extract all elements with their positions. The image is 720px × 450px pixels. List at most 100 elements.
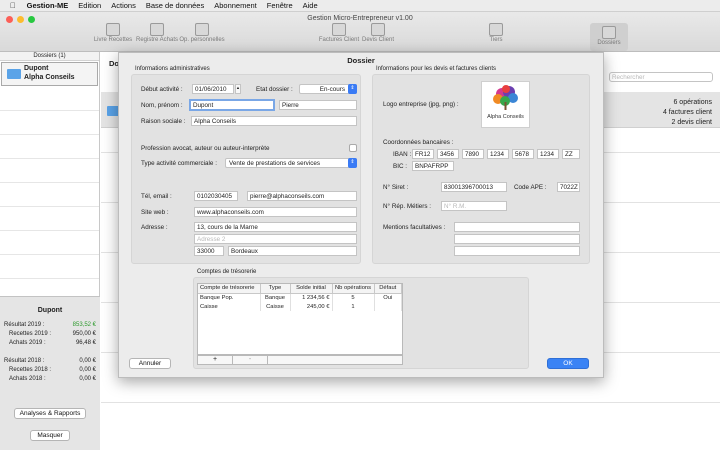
window-title: Gestion Micro-Entrepreneur v1.00	[307, 15, 413, 22]
stat-row: Résultat 2018 :0,00 €	[4, 358, 96, 364]
site-label: Site web :	[141, 209, 169, 216]
rm-field[interactable]: N° R.M.	[441, 201, 507, 211]
debut-label: Début activité :	[141, 86, 183, 93]
profession-label: Profession avocat, auteur ou auteur-inte…	[141, 145, 270, 152]
menu-bar:  Gestion-ME Edition Actions Base de don…	[0, 0, 720, 12]
masquer-button[interactable]: Masquer	[30, 430, 70, 441]
iban-field-7[interactable]: ZZ	[562, 149, 580, 159]
tel-field[interactable]: 0102030405	[194, 191, 238, 201]
mentions-field-1[interactable]	[454, 222, 580, 232]
iban-field-5[interactable]: 5678	[512, 149, 534, 159]
add-compte-button[interactable]: +	[198, 356, 233, 364]
folders-icon	[602, 26, 616, 39]
col-nb-operations[interactable]: Nb opérations	[332, 284, 375, 294]
nom-field[interactable]: Dupont	[189, 99, 275, 111]
banque-label: Coordonnées bancaires :	[383, 139, 454, 146]
stat-row: Achats 2018 :0,00 €	[9, 376, 96, 382]
window-toolbar: Gestion Micro-Entrepreneur v1.00 Livre R…	[0, 12, 720, 52]
tel-label: Tél, email :	[141, 193, 172, 200]
etat-label: Etat dossier :	[256, 86, 293, 93]
devis-heading: Informations pour les devis et factures …	[376, 66, 497, 72]
mentions-field-3[interactable]	[454, 246, 580, 256]
type-label: Type activité commerciale :	[141, 160, 217, 167]
menu-actions[interactable]: Actions	[111, 1, 136, 10]
ape-field[interactable]: 7022Z	[557, 182, 580, 192]
menu-fenetre[interactable]: Fenêtre	[267, 1, 293, 10]
search-input[interactable]: Rechercher	[609, 72, 713, 82]
ok-button[interactable]: OK	[547, 358, 589, 369]
bic-label: BIC :	[393, 163, 407, 170]
dialog-title: Dossier	[347, 56, 375, 65]
profession-checkbox[interactable]	[349, 144, 357, 152]
iban-field-1[interactable]: FR12	[412, 149, 434, 159]
dossier-name: Dupont	[24, 65, 49, 72]
date-stepper[interactable]: ▲	[235, 84, 241, 94]
col-type[interactable]: Type	[260, 284, 291, 294]
rm-label: N° Rép. Métiers :	[383, 203, 432, 210]
table-header-row: Compte de trésorerie Type Solde initial …	[198, 284, 402, 294]
dossier-dialog: Dossier Informations administratives Déb…	[118, 52, 604, 378]
inbox-icon	[371, 23, 385, 36]
menu-edition[interactable]: Edition	[78, 1, 101, 10]
calendar-icon	[195, 23, 209, 36]
type-select[interactable]: Vente de prestations de services	[225, 158, 357, 168]
siret-label: N° Siret :	[383, 184, 409, 191]
iban-field-4[interactable]: 1234	[487, 149, 509, 159]
col-compte[interactable]: Compte de trésorerie	[198, 284, 261, 294]
bic-field[interactable]: BNPAFRPP	[412, 161, 454, 171]
dossier-company: Alpha Conseils	[24, 74, 75, 81]
nom-label: Nom, prénom :	[141, 102, 183, 109]
summary-factures: 4 factures client	[662, 109, 712, 116]
comptes-table: Compte de trésorerie Type Solde initial …	[197, 283, 403, 355]
toolbar-tiers[interactable]: Tiers	[470, 23, 522, 43]
inbox-icon	[332, 23, 346, 36]
debut-field[interactable]: 01/06/2010	[192, 84, 234, 94]
logo-text: Alpha Conseils	[487, 114, 524, 120]
menu-abonnement[interactable]: Abonnement	[214, 1, 257, 10]
iban-field-6[interactable]: 1234	[537, 149, 559, 159]
menu-base[interactable]: Base de données	[146, 1, 204, 10]
logo-label: Logo entreprise (jpg, png) :	[383, 101, 459, 108]
annuler-button[interactable]: Annuler	[129, 358, 171, 369]
ville-field[interactable]: Bordeaux	[228, 246, 357, 256]
adresse-label: Adresse :	[141, 224, 168, 231]
toolbar-op-personnelles[interactable]: Op. personnelles	[176, 23, 228, 43]
admin-heading: Informations administratives	[135, 66, 210, 72]
stat-row: Recettes 2019 :950,00 €	[9, 331, 96, 337]
chevron-updown-icon[interactable]: ⇕	[348, 158, 357, 168]
comptes-heading: Comptes de trésorerie	[197, 269, 257, 275]
summary-operations: 6 opérations	[673, 99, 712, 106]
stat-row: Achats 2019 :96,48 €	[9, 340, 96, 346]
logo-image-well[interactable]: Alpha Conseils	[481, 81, 530, 128]
iban-field-2[interactable]: 3456	[437, 149, 459, 159]
adresse2-field[interactable]: Adresse 2	[194, 234, 357, 244]
table-footer: + -	[197, 355, 403, 365]
sidebar-header: Dossiers (1)	[0, 52, 99, 61]
mentions-field-2[interactable]	[454, 234, 580, 244]
remove-compte-button[interactable]: -	[233, 356, 268, 364]
menu-app[interactable]: Gestion-ME	[27, 1, 69, 10]
summary-devis: 2 devis client	[671, 119, 712, 126]
mentions-label: Mentions facultatives :	[383, 224, 446, 231]
analyses-rapports-button[interactable]: Analyses & Rapports	[14, 408, 86, 419]
siret-field[interactable]: 83001396700013	[441, 182, 507, 192]
col-defaut[interactable]: Défaut	[374, 284, 402, 294]
iban-field-3[interactable]: 7890	[462, 149, 484, 159]
apple-menu-icon[interactable]: 	[10, 1, 16, 10]
dossier-row[interactable]: Dupont Alpha Conseils	[1, 62, 98, 86]
tray-icon	[489, 23, 503, 36]
col-solde[interactable]: Solde initial	[290, 284, 333, 294]
cp-field[interactable]: 33000	[194, 246, 224, 256]
menu-aide[interactable]: Aide	[303, 1, 318, 10]
adresse1-field[interactable]: 13, cours de la Marne	[194, 222, 357, 232]
table-row[interactable]: Banque Pop. Banque 1 234,56 €5 Oui	[198, 293, 402, 302]
raison-field[interactable]: Alpha Conseils	[191, 116, 357, 126]
table-row[interactable]: Caisse Caisse 245,00 €1	[198, 302, 402, 311]
toolbar-dossiers[interactable]: Dossiers	[590, 23, 628, 51]
chevron-updown-icon[interactable]: ⇕	[348, 84, 357, 94]
stat-row: Résultat 2019 :853,52 €	[4, 322, 96, 328]
toolbar-devis-client[interactable]: Devis Client	[352, 23, 404, 43]
site-field[interactable]: www.alphaconseils.com	[194, 207, 357, 217]
email-field[interactable]: pierre@alphaconseils.com	[247, 191, 357, 201]
prenom-field[interactable]: Pierre	[279, 100, 357, 110]
